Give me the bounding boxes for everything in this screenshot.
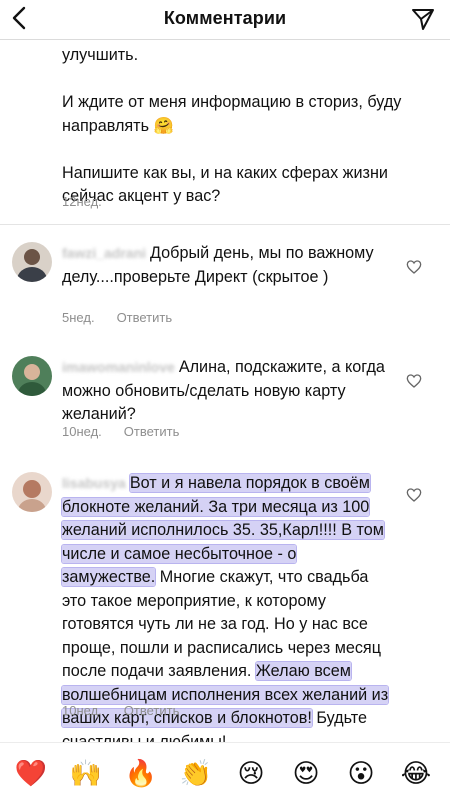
avatar[interactable] — [12, 242, 52, 282]
timestamp: 10нед. — [62, 703, 102, 718]
reply-button[interactable]: Ответить — [124, 424, 180, 439]
comment-body: fawzi_adrani Добрый день, мы по важному д… — [62, 242, 392, 289]
comment-meta: 5нед. Ответить — [62, 310, 172, 325]
fire-icon[interactable]: 🔥 — [124, 757, 158, 791]
caption-paragraph: Напишите как вы, и на каких сферах жизни… — [62, 163, 388, 206]
comment-meta: 10нед. Ответить — [62, 703, 179, 718]
red-heart-icon[interactable]: ❤️ — [14, 757, 48, 791]
like-heart-icon[interactable] — [406, 487, 422, 503]
caption-continuation: улучшить. И ждите от меня информацию в с… — [62, 44, 442, 209]
page-title: Комментарии — [163, 8, 287, 28]
like-heart-icon[interactable] — [406, 259, 422, 275]
comment-body: imawomaninlove Алина, подскажите, а когда… — [62, 356, 392, 427]
timestamp: 12нед. — [62, 194, 102, 209]
heart-eyes-icon[interactable]: 😍 — [289, 757, 323, 791]
clapping-hands-icon[interactable]: 👏 — [179, 757, 213, 791]
like-heart-icon[interactable] — [406, 373, 422, 389]
timestamp: 10нед. — [62, 424, 102, 439]
caption-paragraph: И ждите от меня информацию в сториз, буд… — [62, 93, 402, 135]
reply-button[interactable]: Ответить — [117, 310, 173, 325]
comment-meta: 10нед. Ответить — [62, 424, 179, 439]
avatar[interactable] — [12, 356, 52, 396]
caption-paragraph: улучшить. — [62, 46, 139, 64]
divider — [0, 224, 450, 225]
comment-username[interactable]: lisabusya — [62, 475, 126, 491]
comment-username[interactable]: fawzi_adrani — [62, 245, 146, 261]
raising-hands-icon[interactable]: 🙌 — [69, 757, 103, 791]
send-direct-icon[interactable] — [410, 6, 436, 32]
crying-face-icon[interactable]: 😢 — [234, 757, 268, 791]
header-bar: Комментарии — [0, 0, 450, 40]
timestamp: 5нед. — [62, 310, 95, 325]
reply-button[interactable]: Ответить — [124, 703, 180, 718]
comment-username[interactable]: imawomaninlove — [62, 359, 175, 375]
avatar[interactable] — [12, 472, 52, 512]
caption-meta: 12нед. — [62, 194, 102, 209]
emoji-reaction-bar: ❤️ 🙌 🔥 👏 😢 😍 😮 😂 — [0, 742, 450, 800]
tears-of-joy-icon[interactable]: 😂 — [399, 757, 433, 791]
astonished-face-icon[interactable]: 😮 — [344, 757, 378, 791]
